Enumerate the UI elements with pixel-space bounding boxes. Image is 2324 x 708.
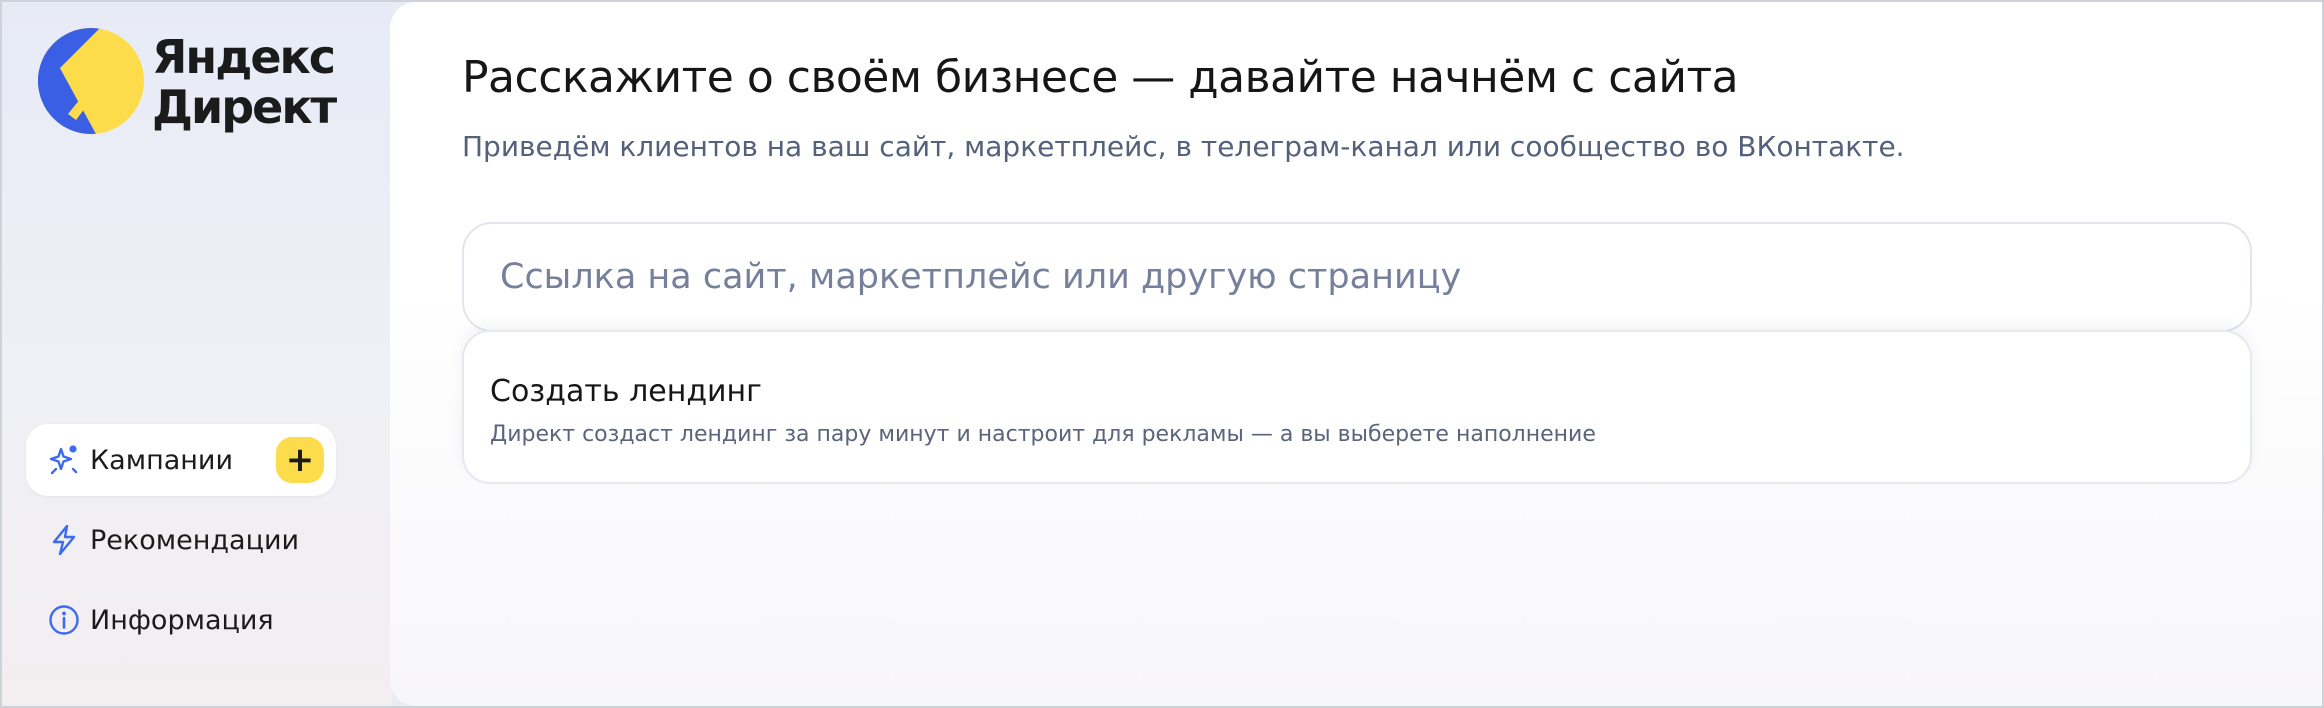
app-window: Яндекс Директ Кампании + Рекомендации Ин… — [0, 0, 2324, 708]
page-subtitle: Приведём клиентов на ваш сайт, маркетпле… — [462, 130, 1905, 163]
sidebar-nav: Кампании + Рекомендации Информация — [26, 424, 336, 664]
sidebar-item-campaigns[interactable]: Кампании + — [26, 424, 336, 496]
yandex-direct-logo[interactable]: Яндекс Директ — [38, 28, 337, 138]
logo-line-2: Директ — [152, 80, 337, 134]
sidebar-item-label: Рекомендации — [90, 524, 300, 556]
logo-wordmark: Яндекс Директ — [152, 30, 337, 134]
info-circle-icon — [46, 602, 82, 638]
page-title: Расскажите о своём бизнесе — давайте нач… — [462, 52, 1739, 103]
sparkle-stars-icon — [46, 442, 82, 478]
logo-line-1: Яндекс — [152, 30, 336, 84]
logo-icon — [38, 28, 144, 134]
site-url-input[interactable] — [462, 222, 2252, 332]
sidebar-item-information[interactable]: Информация — [26, 584, 336, 656]
add-campaign-button[interactable]: + — [276, 437, 324, 483]
sidebar-item-label: Кампании — [90, 444, 234, 476]
create-landing-description: Директ создаст лендинг за пару минут и н… — [490, 422, 1596, 447]
main-panel: Расскажите о своём бизнесе — давайте нач… — [390, 2, 2322, 706]
lightning-icon — [46, 522, 82, 558]
create-landing-option[interactable]: Создать лендинг Директ создаст лендинг з… — [462, 330, 2252, 484]
create-landing-title: Создать лендинг — [490, 374, 762, 409]
sidebar-item-label: Информация — [90, 604, 274, 636]
sidebar: Яндекс Директ Кампании + Рекомендации Ин… — [2, 2, 392, 706]
sidebar-item-recommendations[interactable]: Рекомендации — [26, 504, 336, 576]
